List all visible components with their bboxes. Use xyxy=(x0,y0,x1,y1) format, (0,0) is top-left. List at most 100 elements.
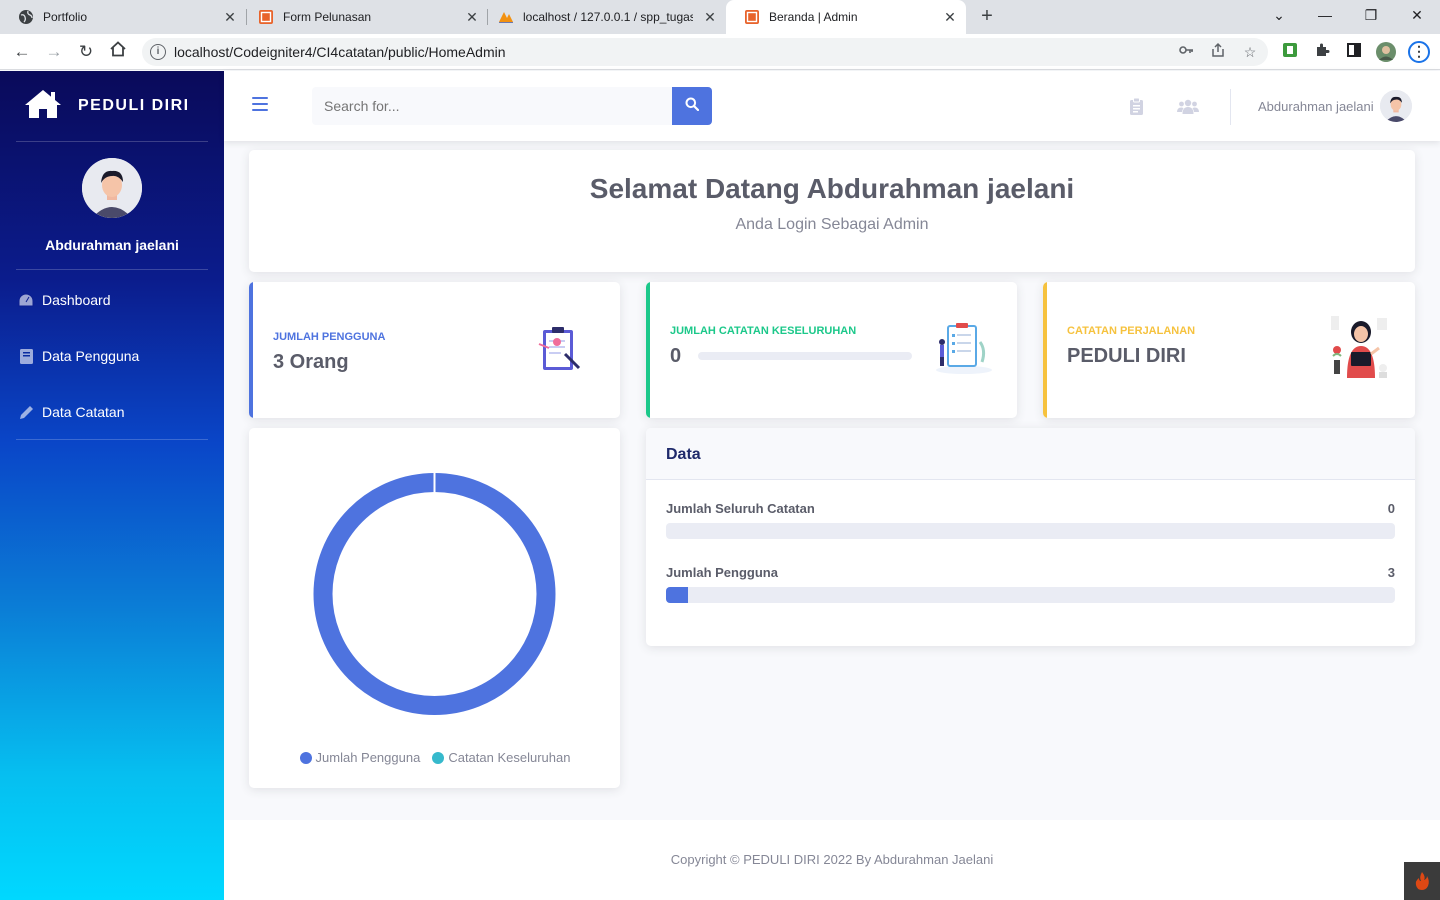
close-tab-icon[interactable]: ✕ xyxy=(702,9,718,25)
users-icon[interactable] xyxy=(1176,97,1200,115)
close-tab-icon[interactable]: ✕ xyxy=(464,9,480,25)
codeigniter-debug-toolbar-icon[interactable] xyxy=(1404,862,1440,900)
welcome-card: Selamat Datang Abdurahman jaelani Anda L… xyxy=(249,150,1415,272)
page-title: Selamat Datang Abdurahman jaelani xyxy=(589,173,1075,204)
stat-value: PEDULI DIRI xyxy=(1067,345,1186,367)
restore-button[interactable]: ❐ xyxy=(1348,0,1394,30)
legend-swatch xyxy=(299,751,312,764)
progress-bar xyxy=(666,523,1395,539)
key-icon[interactable] xyxy=(1176,42,1196,62)
tab-title: Beranda | Admin xyxy=(769,10,858,24)
close-tab-icon[interactable]: ✕ xyxy=(942,9,958,25)
close-tab-icon[interactable]: ✕ xyxy=(222,9,238,25)
browser-tab-portfolio[interactable]: Portfolio ✕ xyxy=(0,0,246,34)
share-icon[interactable] xyxy=(1208,42,1228,62)
minimize-button[interactable]: — xyxy=(1302,0,1348,30)
card-accent xyxy=(249,282,253,418)
forward-arrow-icon[interactable]: → xyxy=(42,40,66,64)
sidebar-divider xyxy=(16,439,208,440)
sidebar-item-dashboard[interactable]: Dashboard xyxy=(18,289,111,311)
data-card: Data Jumlah Seluruh Catatan 0 Jumlah Pen… xyxy=(646,428,1415,646)
browser-toolbar: ← → ↻ i localhost/Codeigniter4/CI4catata… xyxy=(0,34,1440,70)
tab-search-icon[interactable]: ⌄ xyxy=(1256,0,1302,30)
progress-bar xyxy=(698,352,912,360)
progress-bar xyxy=(666,587,1395,603)
legend-item-catatan-keseluruhan[interactable]: Catatan Keseluruhan xyxy=(432,750,570,765)
profile-avatar-icon[interactable] xyxy=(1376,42,1396,62)
side-panel-icon[interactable] xyxy=(1344,42,1364,62)
brand-name: PEDULI DIRI xyxy=(78,97,190,114)
tab-title: localhost / 127.0.0.1 / spp_tugas xyxy=(523,10,693,24)
stat-card-jumlah-pengguna: JUMLAH PENGGUNA 3 Orang xyxy=(249,282,620,418)
chart-slice-jumlah-pengguna[interactable] xyxy=(313,473,556,715)
extension-green-icon[interactable] xyxy=(1280,42,1300,62)
codeigniter-icon xyxy=(258,9,274,25)
legend-swatch xyxy=(432,751,445,764)
page-subtitle: Anda Login Sebagai Admin xyxy=(735,216,929,233)
reload-icon[interactable]: ↻ xyxy=(74,40,98,64)
back-arrow-icon[interactable]: ← xyxy=(10,40,34,64)
book-icon xyxy=(18,348,34,364)
brand[interactable]: PEDULI DIRI xyxy=(24,89,190,123)
doughnut-chart[interactable] xyxy=(249,428,620,738)
checklist-illustration-icon xyxy=(930,322,994,383)
footer: Copyright © PEDULI DIRI 2022 By Abdurahm… xyxy=(224,820,1440,900)
clipboard-icon[interactable] xyxy=(1126,97,1146,115)
home-icon xyxy=(24,89,62,124)
codeigniter-icon xyxy=(744,9,760,25)
address-bar[interactable]: i localhost/Codeigniter4/CI4catatan/publ… xyxy=(142,38,1268,66)
legend-item-jumlah-pengguna[interactable]: Jumlah Pengguna xyxy=(299,750,421,765)
sidebar-item-data-pengguna[interactable]: Data Pengguna xyxy=(18,345,139,367)
close-window-button[interactable]: ✕ xyxy=(1394,0,1440,30)
tab-title: Portfolio xyxy=(43,10,88,24)
browser-tab-form-pelunasan[interactable]: Form Pelunasan ✕ xyxy=(240,0,488,34)
dashboard-icon xyxy=(18,292,34,308)
globe-icon xyxy=(18,9,34,25)
extensions-puzzle-icon[interactable] xyxy=(1312,42,1332,62)
browser-tab-bar: Portfolio ✕ Form Pelunasan ✕ localhost /… xyxy=(0,0,1440,34)
topbar-user-name[interactable]: Abdurahman jaelani xyxy=(1258,99,1374,114)
site-info-icon[interactable]: i xyxy=(150,44,166,60)
search-button[interactable] xyxy=(672,87,712,125)
sidebar-item-label: Data Pengguna xyxy=(42,348,140,364)
chart-legend: Jumlah Pengguna Catatan Keseluruhan xyxy=(249,750,621,765)
stat-value: 3 Orang xyxy=(273,351,349,373)
copyright-text: Copyright © PEDULI DIRI 2022 By Abdurahm… xyxy=(670,852,994,867)
bookmark-star-icon[interactable]: ☆ xyxy=(1240,42,1260,62)
chart-card: Jumlah Pengguna Catatan Keseluruhan xyxy=(249,428,620,788)
card-title: Data xyxy=(666,446,701,463)
progress-fill xyxy=(666,587,688,603)
card-accent xyxy=(1043,282,1047,418)
url-text[interactable]: localhost/Codeigniter4/CI4catatan/public… xyxy=(174,44,506,60)
card-accent xyxy=(646,282,650,418)
legend-label: Jumlah Pengguna xyxy=(315,750,421,765)
avatar[interactable] xyxy=(1380,90,1412,122)
new-tab-button[interactable]: + xyxy=(976,5,998,27)
sidebar-divider xyxy=(16,269,208,270)
progress-label: Jumlah Seluruh Catatan xyxy=(666,501,815,516)
search-box xyxy=(312,87,672,125)
search-icon xyxy=(685,97,700,116)
search-input[interactable] xyxy=(312,87,672,125)
topbar: Abdurahman jaelani xyxy=(224,71,1440,141)
browser-tab-phpmyadmin[interactable]: localhost / 127.0.0.1 / spp_tugas ✕ xyxy=(480,0,726,34)
stat-label: JUMLAH CATATAN KESELURUHAN xyxy=(670,325,857,337)
home-icon[interactable] xyxy=(106,40,130,64)
sidebar-item-label: Dashboard xyxy=(42,292,111,308)
clipboard-illustration-icon xyxy=(535,324,585,379)
progress-label: Jumlah Pengguna xyxy=(666,565,778,580)
sidebar-toggle-button[interactable] xyxy=(252,97,268,113)
progress-value: 0 xyxy=(1387,501,1395,516)
chrome-menu-icon[interactable]: ⋮ xyxy=(1408,41,1430,63)
stat-value: 0 xyxy=(670,345,682,367)
sidebar: PEDULI DIRI Abdurahman jaelani Dashboard… xyxy=(0,71,224,900)
stat-card-jumlah-catatan: JUMLAH CATATAN KESELURUHAN 0 xyxy=(646,282,1017,418)
pencil-icon xyxy=(18,404,34,420)
sidebar-item-data-catatan[interactable]: Data Catatan xyxy=(18,401,125,423)
stat-label: JUMLAH PENGGUNA xyxy=(273,331,386,343)
tab-title: Form Pelunasan xyxy=(283,10,372,24)
card-header: Data xyxy=(646,428,1415,480)
avatar xyxy=(82,158,142,218)
legend-label: Catatan Keseluruhan xyxy=(448,750,571,765)
browser-tab-beranda-admin[interactable]: Beranda | Admin ✕ xyxy=(726,0,966,34)
